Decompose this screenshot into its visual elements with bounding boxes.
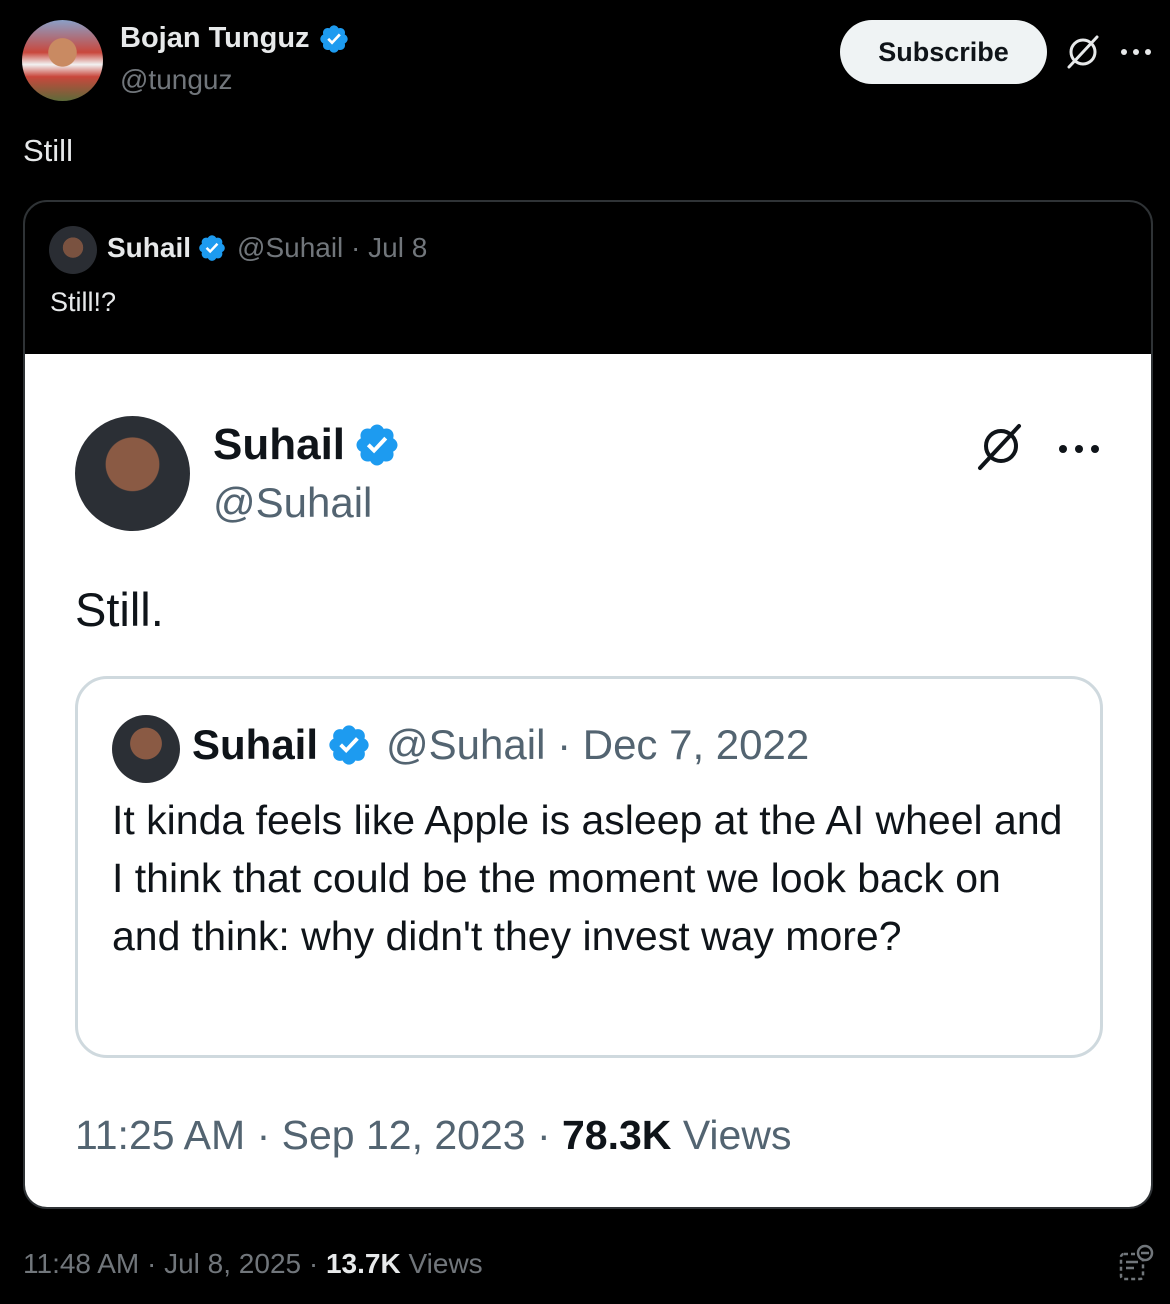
tweet-text: Still — [23, 133, 73, 168]
tweet-timestamp[interactable]: 11:48 AM · Jul 8, 2025 · — [23, 1248, 326, 1279]
screenshot-views-count: 78.3K — [562, 1112, 672, 1158]
screenshot-views-label: Views — [671, 1112, 792, 1158]
nested-name: Suhail — [192, 721, 319, 768]
nested-avatar — [112, 715, 180, 783]
more-dots-icon — [1059, 445, 1099, 453]
post-analytics-icon[interactable] — [1118, 1244, 1154, 1282]
verified-badge-icon — [199, 235, 225, 261]
quote-author-name[interactable]: Suhail — [107, 232, 191, 264]
screenshot-footer: 11:25 AM · Sep 12, 2023 · 78.3K Views — [75, 1112, 791, 1159]
nested-meta: @Suhail · Dec 7, 2022 — [386, 721, 810, 768]
screenshot-name: Suhail — [213, 420, 346, 469]
quote-text: Still!? — [50, 287, 117, 317]
nested-text: It kinda feels like Apple is asleep at t… — [112, 797, 1063, 959]
nested-header: Suhail @Suhail · Dec 7, 2022 — [192, 721, 809, 769]
views-label: Views — [400, 1248, 483, 1279]
verified-badge-icon — [319, 24, 348, 53]
grok-slash-icon — [978, 424, 1021, 470]
quote-meta: @Suhail · Jul 8 — [237, 232, 428, 263]
quote-image[interactable]: Suhail @Suhail Still. Suhail @Suhail · D… — [25, 354, 1151, 1207]
verified-badge-icon — [329, 725, 369, 765]
screenshot-text: Still. — [75, 583, 164, 636]
author-name-row[interactable]: Bojan Tunguz — [120, 22, 350, 55]
verified-badge-icon — [356, 424, 398, 466]
quote-header: Suhail @Suhail · Jul 8 — [107, 232, 427, 264]
nested-quote-card: Suhail @Suhail · Dec 7, 2022 It kinda fe… — [75, 676, 1103, 1058]
quote-author-avatar[interactable] — [49, 226, 97, 274]
screenshot-name-row: Suhail — [213, 420, 401, 470]
screenshot-handle: @Suhail — [213, 479, 373, 526]
author-handle[interactable]: @tunguz — [120, 64, 233, 96]
screenshot-avatar — [75, 416, 190, 531]
tweet-footer: 11:48 AM · Jul 8, 2025 · 13.7K Views — [23, 1248, 483, 1280]
more-dots-icon[interactable] — [1118, 38, 1154, 66]
quote-tweet-card[interactable]: Suhail @Suhail · Jul 8 Still!? Suhail @S… — [23, 200, 1153, 1209]
views-count: 13.7K — [325, 1248, 401, 1279]
author-avatar[interactable] — [22, 20, 103, 101]
grok-slash-icon[interactable] — [1064, 33, 1102, 71]
screenshot-timestamp: 11:25 AM · Sep 12, 2023 · — [75, 1112, 562, 1158]
author-name[interactable]: Bojan Tunguz — [120, 22, 310, 55]
subscribe-button[interactable]: Subscribe — [840, 20, 1047, 84]
